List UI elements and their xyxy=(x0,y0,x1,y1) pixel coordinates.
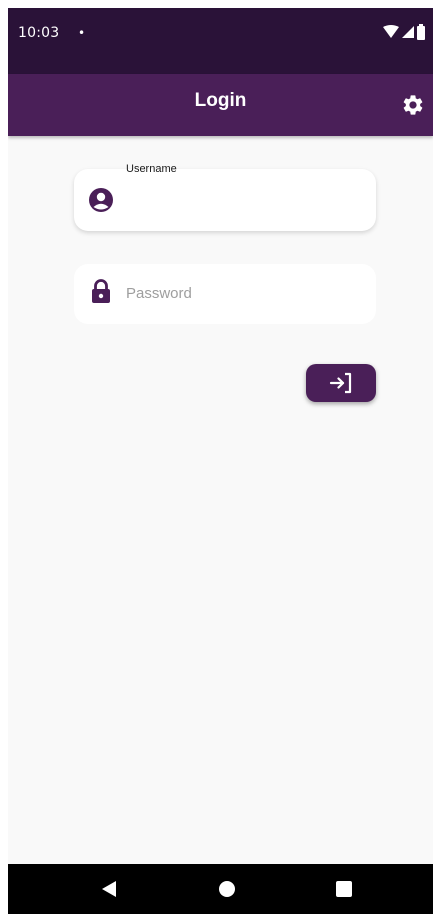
lock-icon xyxy=(92,279,110,303)
wifi-icon xyxy=(383,25,399,38)
username-input[interactable] xyxy=(126,193,364,217)
login-button[interactable] xyxy=(306,364,376,402)
username-label: Username xyxy=(126,163,177,175)
back-triangle-icon xyxy=(102,881,116,897)
username-field[interactable]: Username xyxy=(74,163,376,231)
signal-icon xyxy=(402,26,414,38)
status-icons xyxy=(383,24,425,40)
status-time: 10:03 xyxy=(18,25,60,41)
navigation-bar xyxy=(8,864,433,914)
status-bar: 10:03 • xyxy=(8,8,433,74)
recents-button[interactable] xyxy=(332,877,356,901)
app-bar: Login xyxy=(8,74,433,136)
password-input[interactable] xyxy=(126,281,364,305)
account-circle-icon xyxy=(89,188,113,212)
password-field[interactable] xyxy=(74,264,376,324)
home-circle-icon xyxy=(219,881,235,897)
notification-dot: • xyxy=(78,26,86,40)
home-button[interactable] xyxy=(215,877,239,901)
recents-square-icon xyxy=(336,881,352,897)
login-arrow-icon xyxy=(329,372,352,394)
device-screen: 10:03 • Login Username xyxy=(8,8,433,914)
back-button[interactable] xyxy=(98,877,122,901)
page-title: Login xyxy=(194,90,247,111)
settings-button[interactable] xyxy=(401,93,425,117)
battery-icon xyxy=(417,24,425,40)
gear-icon xyxy=(403,95,423,115)
